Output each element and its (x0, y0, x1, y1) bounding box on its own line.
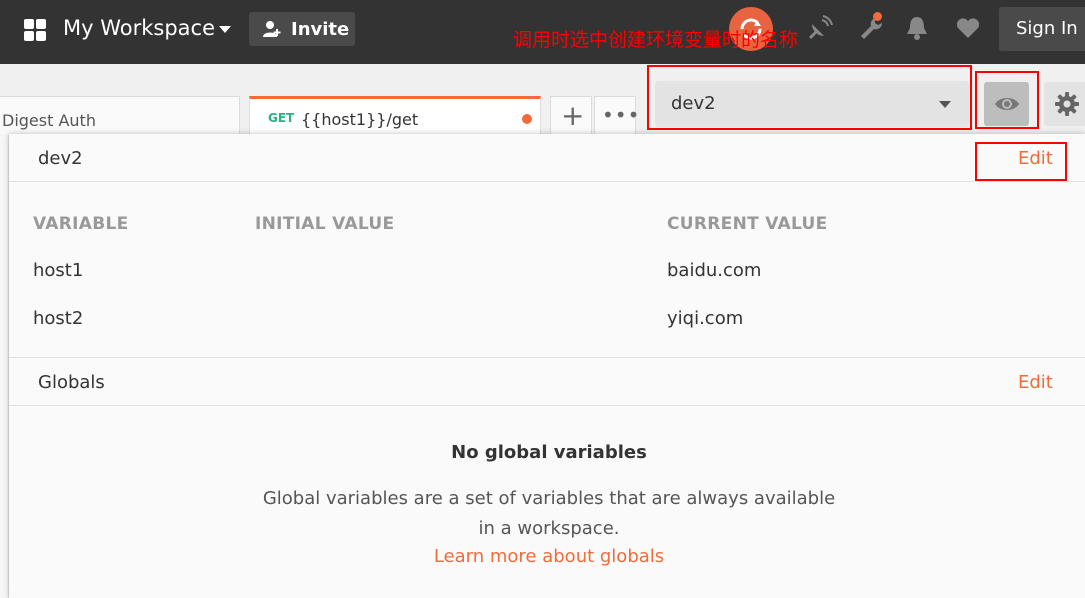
variable-current-value: yiqi.com (667, 308, 744, 329)
empty-globals-title: No global variables (451, 442, 647, 463)
tab-label: Digest Auth (2, 111, 96, 130)
gear-icon (1055, 92, 1079, 116)
variable-current-value: baidu.com (667, 260, 762, 281)
sidebar-edge (0, 134, 9, 598)
globals-title: Globals (38, 372, 105, 393)
sign-in-button[interactable]: Sign In (999, 7, 1085, 51)
column-header-variable: VARIABLE (33, 214, 129, 234)
invite-label: Invite (291, 19, 350, 40)
plus-icon: + (561, 99, 585, 132)
eye-icon (995, 98, 1019, 110)
variable-name: host1 (33, 260, 84, 281)
request-tab-strip: Digest Auth GET {{host1}}/get + ••• (0, 64, 639, 135)
variable-name: host2 (33, 308, 84, 329)
more-tabs-button[interactable]: ••• (594, 96, 639, 134)
chevron-down-icon (939, 101, 951, 108)
edit-environment-link[interactable]: Edit (1018, 148, 1053, 169)
workspace-title[interactable]: My Workspace (63, 16, 215, 40)
chevron-down-icon[interactable] (219, 26, 231, 33)
satellite-icon[interactable] (806, 14, 834, 42)
method-badge: GET (268, 111, 295, 125)
environment-section-header: dev2 Edit (9, 134, 1085, 182)
learn-more-globals-link[interactable]: Learn more about globals (9, 546, 1085, 567)
tab-url-label: {{host1}}/get (301, 110, 419, 129)
add-person-icon (263, 21, 281, 37)
environment-quick-look-button[interactable] (984, 82, 1029, 126)
ellipsis-icon: ••• (602, 103, 641, 127)
heart-icon[interactable] (954, 14, 982, 42)
environment-name: dev2 (38, 148, 83, 169)
notification-dot (873, 12, 882, 21)
invite-button[interactable]: Invite (249, 12, 355, 46)
tab-digest-auth[interactable]: Digest Auth (0, 96, 240, 134)
grid-icon[interactable] (24, 19, 46, 41)
environment-selected-value: dev2 (671, 93, 716, 114)
edit-globals-link[interactable]: Edit (1018, 372, 1053, 393)
column-header-current-value: CURRENT VALUE (667, 214, 828, 234)
bell-icon[interactable] (903, 14, 931, 42)
environment-quick-look-panel: dev2 Edit VARIABLE INITIAL VALUE CURRENT… (9, 134, 1085, 598)
environment-select[interactable]: dev2 (655, 81, 969, 127)
column-header-initial-value: INITIAL VALUE (255, 214, 395, 234)
empty-globals-description: Global variables are a set of variables … (262, 488, 836, 539)
add-tab-button[interactable]: + (550, 96, 592, 134)
unsaved-dot (522, 114, 532, 124)
annotation-text: 调用时选中创建环境变量时的名称 (513, 29, 799, 51)
globals-section-header: Globals Edit (9, 358, 1085, 406)
tab-get-request[interactable]: GET {{host1}}/get (249, 96, 541, 134)
sign-in-label: Sign In (1016, 18, 1078, 39)
manage-environments-button[interactable] (1044, 82, 1085, 126)
